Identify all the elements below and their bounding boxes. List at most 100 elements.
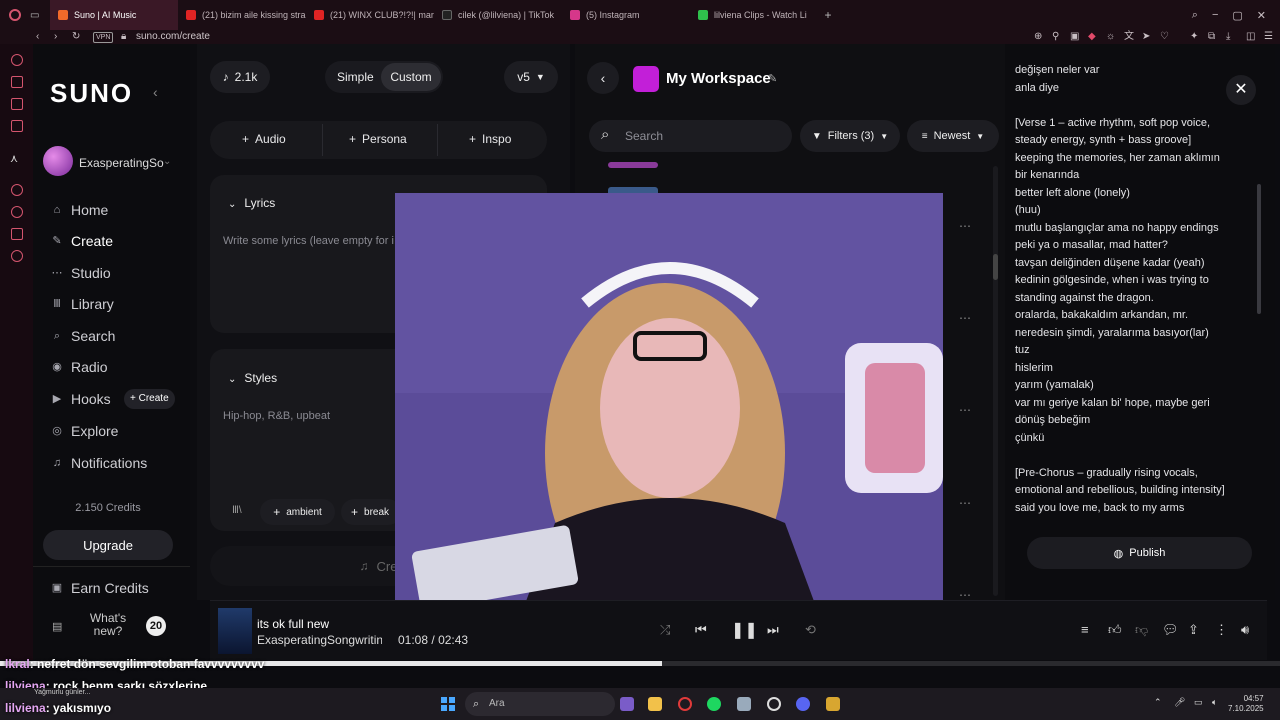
- lyrics-input[interactable]: Write some lyrics (leave empty for i: [223, 235, 394, 247]
- opera-logo-icon[interactable]: [0, 0, 30, 30]
- queue-icon[interactable]: ≡: [1081, 622, 1089, 637]
- maximize-icon[interactable]: ▢: [1232, 9, 1242, 22]
- menu-icon[interactable]: ☰: [1264, 30, 1273, 44]
- copilot-icon[interactable]: [620, 697, 634, 711]
- windows-start-icon[interactable]: [441, 697, 455, 711]
- new-tab-button[interactable]: +: [818, 8, 838, 22]
- more-options-icon[interactable]: ⋮: [1215, 622, 1228, 638]
- workspace-title[interactable]: My Workspace: [666, 70, 771, 87]
- nav-notifications[interactable]: ♫ Notifications: [51, 455, 147, 471]
- mode-custom-tab[interactable]: Custom: [381, 63, 441, 91]
- back-button[interactable]: ‹: [587, 62, 619, 94]
- scrollbar-thumb[interactable]: [1257, 184, 1261, 314]
- tab-menu-icon[interactable]: ▭: [30, 10, 50, 21]
- shuffle-icon[interactable]: ⤮: [660, 622, 670, 638]
- dislike-icon[interactable]: 👎︎: [1135, 622, 1148, 638]
- song-artist[interactable]: ExasperatingSongwriting: [257, 633, 382, 647]
- nav-home[interactable]: ⌂ Home: [51, 202, 109, 218]
- translate-icon[interactable]: 文: [1124, 30, 1134, 44]
- more-options-icon[interactable]: ⋯: [959, 403, 971, 417]
- aria-icon[interactable]: [11, 54, 23, 66]
- nav-radio[interactable]: ◉ Radio: [51, 359, 107, 375]
- camera-icon[interactable]: ◫: [1246, 30, 1255, 44]
- tab-instagram[interactable]: (5) Instagram: [562, 0, 690, 30]
- style-tag[interactable]: + ambient: [260, 499, 335, 525]
- suno-logo[interactable]: SUNO: [50, 78, 133, 109]
- more-options-icon[interactable]: ⋯: [959, 496, 971, 510]
- send-icon[interactable]: ➤: [1142, 30, 1150, 44]
- settings-icon[interactable]: [11, 250, 23, 262]
- nav-library[interactable]: Ⅲ Library: [51, 296, 114, 312]
- instagram-icon[interactable]: [11, 98, 23, 110]
- song-title[interactable]: its ok full new: [257, 617, 329, 631]
- comment-icon[interactable]: 💬︎: [1162, 622, 1179, 638]
- styles-toggle[interactable]: ⌄ Styles: [228, 371, 277, 385]
- pause-icon[interactable]: ❚❚: [731, 620, 758, 640]
- taskbar-search[interactable]: ⌕ Ara: [465, 692, 615, 716]
- add-audio-button[interactable]: + Audio: [242, 132, 286, 146]
- tab-suno[interactable]: Suno | AI Music: [50, 0, 178, 30]
- lyrics-toggle[interactable]: ⌄ Lyrics: [228, 196, 275, 210]
- vpn-badge[interactable]: VPN: [93, 32, 114, 43]
- minimize-icon[interactable]: −: [1212, 9, 1218, 22]
- tab-youtube-2[interactable]: (21) WINX CLUB?!?!| mar: [306, 0, 434, 30]
- song-cover[interactable]: [218, 608, 252, 654]
- reload-icon[interactable]: ↻: [72, 30, 80, 44]
- nav-create[interactable]: ✎ Create: [51, 233, 113, 249]
- scrollbar-thumb[interactable]: [993, 254, 998, 280]
- styles-input[interactable]: Hip-hop, R&B, upbeat: [223, 410, 330, 422]
- sidebar-bookmark-icon[interactable]: ⋏: [10, 152, 18, 165]
- history-icon[interactable]: [11, 206, 23, 218]
- messenger-icon[interactable]: [11, 76, 23, 88]
- mode-simple-tab[interactable]: Simple: [337, 70, 374, 84]
- hooks-create-button[interactable]: + Create: [124, 389, 175, 409]
- collapse-sidebar-icon[interactable]: ‹: [153, 84, 158, 100]
- tab-kick[interactable]: lilviena Clips - Watch Li: [690, 0, 818, 30]
- tab-youtube-1[interactable]: (21) bizim aile kissing stra: [178, 0, 306, 30]
- easy-setup-icon[interactable]: ☼: [1106, 30, 1115, 44]
- avatar[interactable]: [43, 146, 73, 176]
- url-field[interactable]: suno.com/create: [136, 30, 210, 44]
- add-persona-button[interactable]: + Persona: [349, 132, 407, 146]
- nav-search[interactable]: ⌕ Search: [51, 328, 115, 344]
- close-window-icon[interactable]: ✕: [1257, 9, 1266, 22]
- app-icon[interactable]: [737, 697, 751, 711]
- extensions-icon[interactable]: [11, 228, 23, 240]
- whats-new-link[interactable]: What's new?: [85, 612, 131, 638]
- version-select[interactable]: v5 ▼: [504, 61, 558, 93]
- back-icon[interactable]: ‹: [36, 30, 39, 44]
- song-count-pill[interactable]: ♪ 2.1k: [210, 61, 270, 93]
- nav-studio[interactable]: ⋯ Studio: [51, 265, 111, 281]
- publish-button[interactable]: ◍ Publish: [1027, 537, 1252, 569]
- upgrade-button[interactable]: Upgrade: [43, 530, 173, 560]
- taskbar-clock[interactable]: 04:57 7.10.2025: [1228, 694, 1264, 714]
- nav-earn-credits[interactable]: ▣ Earn Credits: [51, 580, 149, 596]
- network-icon[interactable]: ▭: [1194, 697, 1203, 708]
- next-icon[interactable]: ⏭: [767, 622, 779, 638]
- style-tag[interactable]: + break: [341, 499, 401, 525]
- like-icon[interactable]: 👍︎: [1108, 622, 1122, 638]
- pin-icon[interactable]: ⚲: [1052, 30, 1059, 44]
- snapshot-icon[interactable]: ▣: [1070, 30, 1079, 44]
- microphone-icon[interactable]: 🎤︎: [1174, 697, 1185, 708]
- app-icon[interactable]: [826, 697, 840, 711]
- adblock-icon[interactable]: ◆: [1088, 30, 1096, 44]
- tab-tiktok[interactable]: cilek (@lilviena) | TikTok: [434, 0, 562, 30]
- forward-icon[interactable]: ›: [54, 30, 57, 44]
- sort-button[interactable]: ≡ Newest ▼: [907, 120, 999, 152]
- download-icon[interactable]: ⤓: [1226, 30, 1230, 44]
- file-explorer-icon[interactable]: [648, 697, 662, 711]
- filters-button[interactable]: ▼ Filters (3) ▼: [800, 120, 900, 152]
- extension-icon[interactable]: ✦: [1190, 30, 1198, 44]
- add-inspo-button[interactable]: + Inspo: [469, 132, 511, 146]
- spotify-icon[interactable]: [707, 697, 721, 711]
- edit-icon[interactable]: ✎: [768, 72, 777, 85]
- volume-icon[interactable]: 🔊︎: [1241, 622, 1249, 638]
- close-panel-button[interactable]: ✕: [1226, 75, 1256, 105]
- opera-gx-icon[interactable]: [767, 697, 781, 711]
- nav-hooks[interactable]: ▶ Hooks: [51, 391, 111, 407]
- tray-chevron-icon[interactable]: ⌃: [1154, 697, 1162, 708]
- heart-icon[interactable]: ♡: [1160, 30, 1169, 44]
- chevron-down-icon[interactable]: ⌄: [163, 156, 171, 167]
- more-options-icon[interactable]: ⋯: [959, 311, 971, 325]
